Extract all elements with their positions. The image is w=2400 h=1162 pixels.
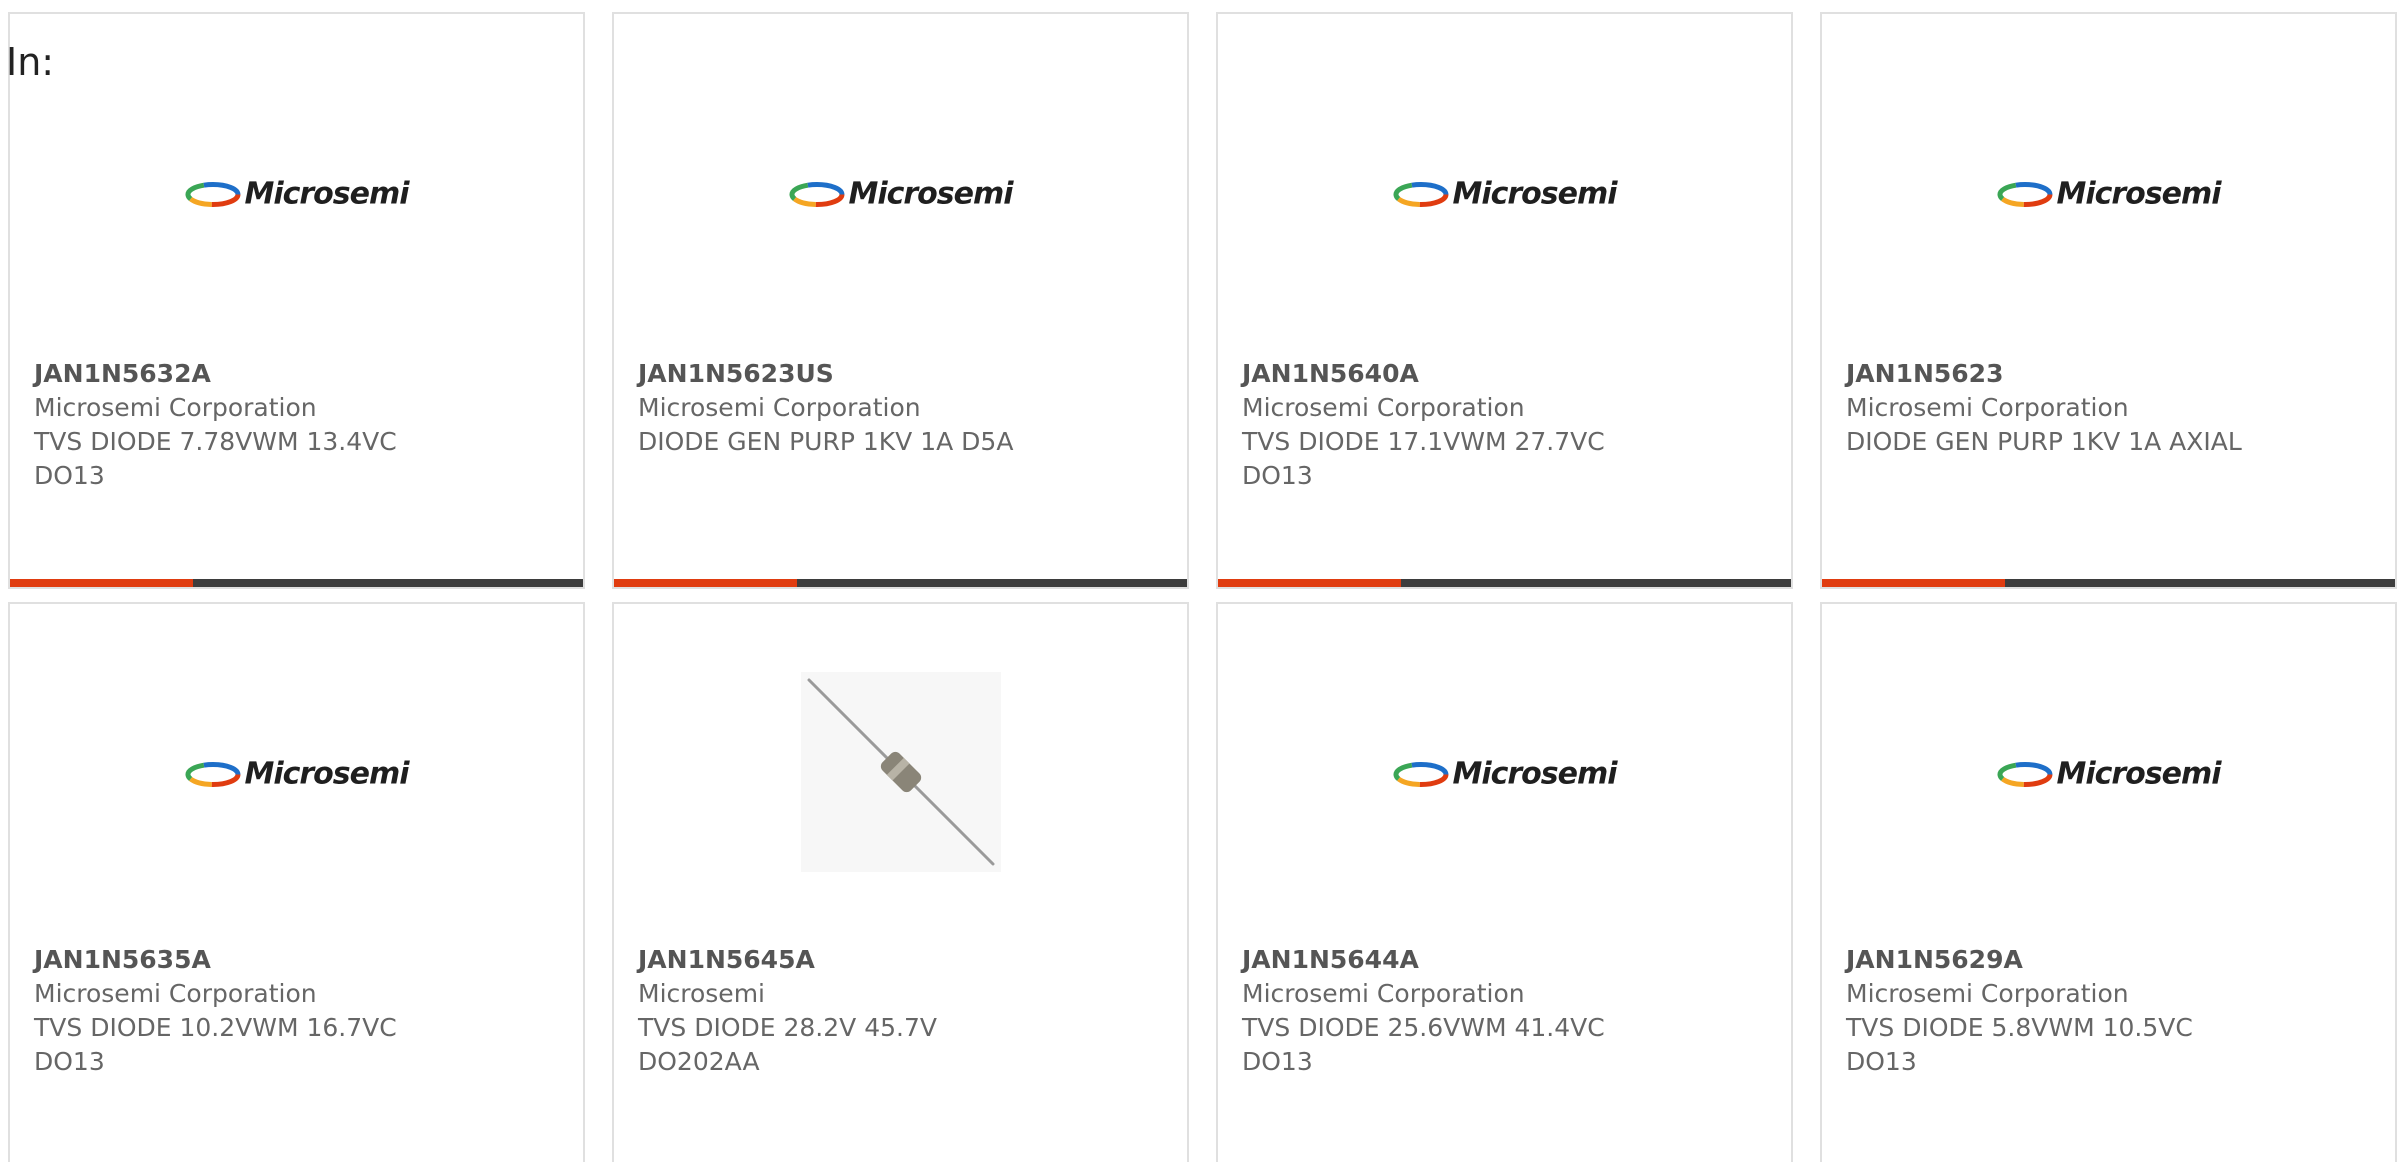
description: DIODE GEN PURP 1KV 1A D5A [638, 427, 1014, 456]
swoosh-icon [1996, 761, 2052, 787]
swoosh-icon [1392, 761, 1448, 787]
part-number[interactable]: JAN1N5623 [1846, 357, 2375, 391]
part-number[interactable]: JAN1N5644A [1242, 943, 1771, 977]
product-image: Microsemi [614, 14, 1187, 354]
product-card[interactable]: JAN1N5645A Microsemi TVS DIODE 28.2V 45.… [612, 602, 1189, 1162]
microsemi-logo-icon: Microsemi [1996, 177, 2222, 212]
package: DO202AA [638, 1047, 760, 1076]
product-card[interactable]: Microsemi JAN1N5640A Microsemi Corporati… [1216, 12, 1793, 589]
card-bar [614, 579, 1187, 587]
microsemi-logo-icon: Microsemi [184, 177, 410, 212]
description: TVS DIODE 5.8VWM 10.5VC [1846, 1013, 2193, 1042]
product-image: Microsemi [10, 604, 583, 944]
description: TVS DIODE 10.2VWM 16.7VC [34, 1013, 397, 1042]
manufacturer: Microsemi Corporation [1242, 979, 1525, 1008]
manufacturer: Microsemi Corporation [1846, 393, 2129, 422]
description: TVS DIODE 25.6VWM 41.4VC [1242, 1013, 1605, 1042]
package: DO13 [34, 1047, 105, 1076]
microsemi-logo-icon: Microsemi [1392, 177, 1618, 212]
product-image: Microsemi [1218, 14, 1791, 354]
axial-diode-icon [800, 672, 1001, 872]
microsemi-logo-icon: Microsemi [788, 177, 1014, 212]
manufacturer: Microsemi Corporation [1242, 393, 1525, 422]
product-card[interactable]: Microsemi JAN1N5635A Microsemi Corporati… [8, 602, 585, 1162]
part-number[interactable]: JAN1N5640A [1242, 357, 1771, 391]
description: DIODE GEN PURP 1KV 1A AXIAL [1846, 427, 2242, 456]
package: DO13 [1846, 1047, 1917, 1076]
package: DO13 [1242, 1047, 1313, 1076]
product-card[interactable]: Microsemi JAN1N5623 Microsemi Corporatio… [1820, 12, 2397, 589]
product-image: Microsemi [1822, 604, 2395, 944]
part-number[interactable]: JAN1N5623US [638, 357, 1167, 391]
product-card[interactable]: Microsemi JAN1N5632A Microsemi Corporati… [8, 12, 585, 589]
swoosh-icon [788, 181, 844, 207]
swoosh-icon [1392, 181, 1448, 207]
card-bar-accent [614, 579, 797, 587]
product-card[interactable]: Microsemi JAN1N5629A Microsemi Corporati… [1820, 602, 2397, 1162]
manufacturer: Microsemi Corporation [34, 393, 317, 422]
card-bar [1822, 579, 2395, 587]
swoosh-icon [1996, 181, 2052, 207]
product-grid-page: In: Microsemi JAN1N5632A Microsemi Corpo… [0, 0, 2400, 1162]
description: TVS DIODE 7.78VWM 13.4VC [34, 427, 397, 456]
manufacturer: Microsemi Corporation [1846, 979, 2129, 1008]
description: TVS DIODE 28.2V 45.7V [638, 1013, 937, 1042]
microsemi-logo-icon: Microsemi [1392, 757, 1618, 792]
card-bar-accent [1218, 579, 1401, 587]
product-card[interactable]: Microsemi JAN1N5623US Microsemi Corporat… [612, 12, 1189, 589]
product-image: Microsemi [10, 14, 583, 354]
part-number[interactable]: JAN1N5635A [34, 943, 563, 977]
card-bar [1218, 579, 1791, 587]
package: DO13 [1242, 461, 1313, 490]
swoosh-icon [184, 761, 240, 787]
manufacturer: Microsemi Corporation [34, 979, 317, 1008]
swoosh-icon [184, 181, 240, 207]
product-image: Microsemi [1822, 14, 2395, 354]
axial-diode-photo [800, 672, 1001, 876]
part-number[interactable]: JAN1N5645A [638, 943, 1167, 977]
card-bar [10, 579, 583, 587]
manufacturer: Microsemi [638, 979, 765, 1008]
part-number[interactable]: JAN1N5629A [1846, 943, 2375, 977]
part-number[interactable]: JAN1N5632A [34, 357, 563, 391]
product-card[interactable]: Microsemi JAN1N5644A Microsemi Corporati… [1216, 602, 1793, 1162]
product-image [614, 604, 1187, 944]
package: DO13 [34, 461, 105, 490]
card-bar-accent [1822, 579, 2005, 587]
microsemi-logo-icon: Microsemi [1996, 757, 2222, 792]
in-filter-label: In: [6, 40, 55, 84]
manufacturer: Microsemi Corporation [638, 393, 921, 422]
product-grid: Microsemi JAN1N5632A Microsemi Corporati… [0, 0, 2400, 1162]
microsemi-logo-icon: Microsemi [184, 757, 410, 792]
card-bar-accent [10, 579, 193, 587]
description: TVS DIODE 17.1VWM 27.7VC [1242, 427, 1605, 456]
product-image: Microsemi [1218, 604, 1791, 944]
